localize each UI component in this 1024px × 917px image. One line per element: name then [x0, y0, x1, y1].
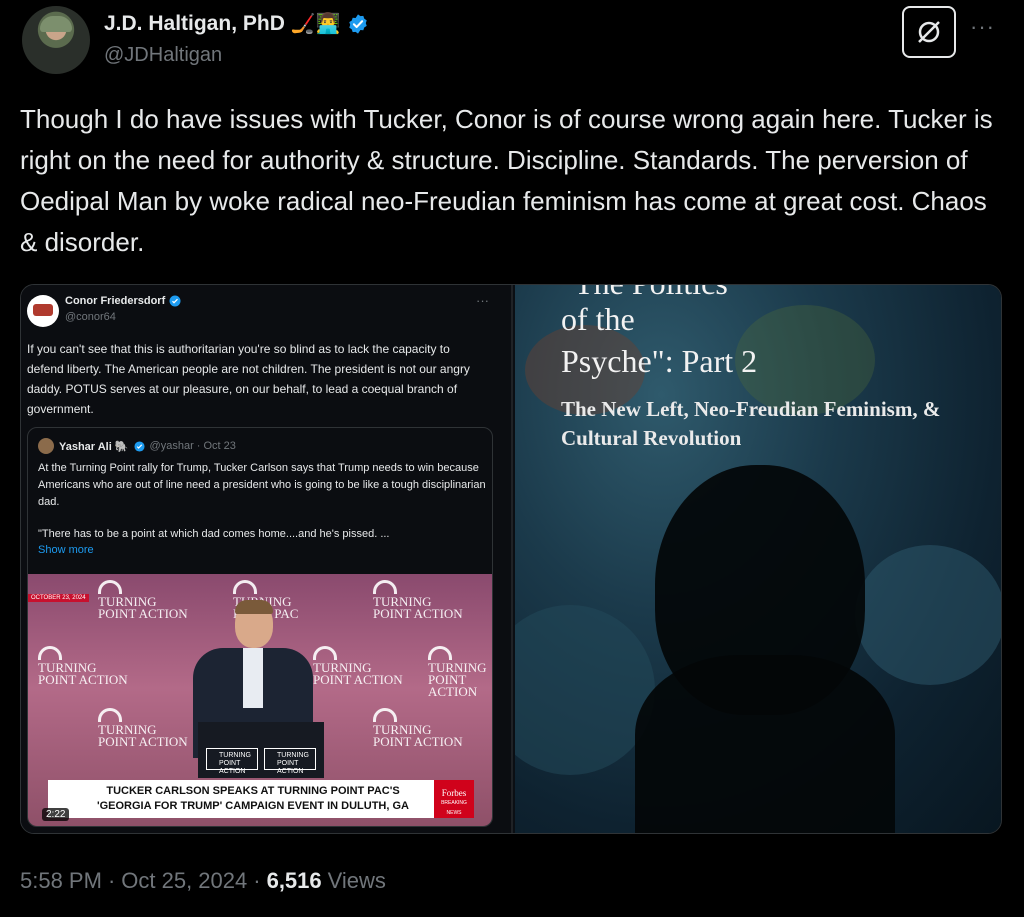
art-texture	[515, 605, 655, 775]
inner-tweet-text: At the Turning Point rally for Trump, Tu…	[38, 462, 486, 508]
forbes-logo: Forbes BREAKING NEWS	[434, 780, 474, 818]
silhouette-body	[635, 655, 895, 833]
turning-point-logo: TURNING POINT ACTION	[373, 580, 463, 620]
views-label: Views	[327, 868, 386, 893]
media-grid: Conor Friedersdorf @conor64 ··· If you c…	[20, 284, 1002, 834]
inner-author-name: Yashar Ali 🐘	[59, 440, 129, 453]
quoted-verified-icon	[169, 295, 181, 307]
grok-button[interactable]	[902, 6, 956, 58]
news-banner-text: TUCKER CARLSON SPEAKS AT TURNING POINT P…	[96, 785, 409, 812]
video-duration: 2:22	[42, 808, 70, 821]
inner-author-row: Yashar Ali 🐘 @yashar · Oct 23	[38, 438, 236, 454]
show-more-link: Show more	[38, 544, 94, 556]
art-subtitle: The New Left, Neo-Freudian Feminism, & C…	[561, 397, 941, 450]
tweet-meta: 5:58 PM · Oct 25, 2024 · 6,516 Views	[20, 868, 386, 894]
turning-point-logo: TURNING POINT ACTION	[313, 646, 403, 686]
turning-point-logo: TURNING POINT ACTION	[38, 646, 128, 686]
video-thumbnail: OCTOBER 23, 2024 TURNINGPOINT ACTION TUR…	[28, 574, 492, 826]
author-name-row: J.D. Haltigan, PhD 🏒👨‍💻	[104, 12, 369, 36]
inner-tweet-quote: "There has to be a point at which dad co…	[38, 528, 390, 540]
news-banner: TUCKER CARLSON SPEAKS AT TURNING POINT P…	[48, 780, 474, 818]
meta-separator: ·	[107, 868, 116, 893]
author-emoji: 🏒👨‍💻	[290, 13, 341, 35]
podium: TURNING POINT ACTION TURNING POINT ACTION	[198, 722, 324, 778]
quoted-author-name-row: Conor Friedersdorf	[65, 295, 181, 307]
inner-quoted-card: Yashar Ali 🐘 @yashar · Oct 23 At the Tur…	[27, 427, 493, 827]
turning-point-logo: TURNING POINT ACTION	[428, 646, 492, 698]
inner-author-handle: @yashar · Oct 23	[149, 440, 236, 452]
views-count[interactable]: 6,516	[267, 868, 322, 894]
quoted-author-avatar	[27, 295, 59, 327]
more-options-icon[interactable]: ···	[970, 14, 995, 40]
quoted-author-handle: @conor64	[65, 311, 116, 323]
turning-point-logo: TURNING POINT ACTION	[98, 708, 188, 748]
art-title-line2: Psyche": Part 2	[561, 343, 758, 379]
quoted-more-icon: ···	[476, 293, 489, 308]
inner-author-avatar	[38, 438, 54, 454]
tweet-text: Though I do have issues with Tucker, Con…	[20, 104, 993, 257]
author-handle[interactable]: @JDHaltigan	[104, 44, 222, 67]
turning-point-logo: TURNING POINT ACTION	[98, 580, 188, 620]
author-display-name[interactable]: J.D. Haltigan, PhD	[104, 12, 285, 36]
podium-logo: TURNING POINT ACTION	[264, 748, 316, 775]
art-title-top: "The Politics	[561, 285, 728, 302]
art-title-line1: of the	[561, 301, 635, 337]
podium-logo: TURNING POINT ACTION	[206, 748, 258, 775]
grok-icon	[918, 21, 940, 43]
quoted-author-name: Conor Friedersdorf	[65, 295, 166, 307]
tweet-header: J.D. Haltigan, PhD 🏒👨‍💻 @JDHaltigan ···	[20, 4, 1010, 76]
turning-point-logo: TURNING POINT ACTION	[373, 708, 463, 748]
video-date-chip: OCTOBER 23, 2024	[28, 594, 89, 602]
verified-badge-icon[interactable]	[347, 13, 369, 35]
meta-separator: ·	[253, 868, 261, 893]
media-image-screenshot[interactable]: Conor Friedersdorf @conor64 ··· If you c…	[21, 285, 513, 833]
author-avatar[interactable]	[22, 6, 90, 74]
media-image-article-cover[interactable]: "The Politics of the Psyche": Part 2 The…	[515, 285, 1001, 833]
tweet-time[interactable]: 5:58 PM	[20, 868, 102, 894]
art-texture	[855, 545, 1001, 685]
inner-verified-icon	[134, 440, 145, 452]
tweet-date[interactable]: Oct 25, 2024	[121, 868, 247, 894]
quoted-tweet-text: If you can't see that this is authoritar…	[27, 342, 470, 416]
